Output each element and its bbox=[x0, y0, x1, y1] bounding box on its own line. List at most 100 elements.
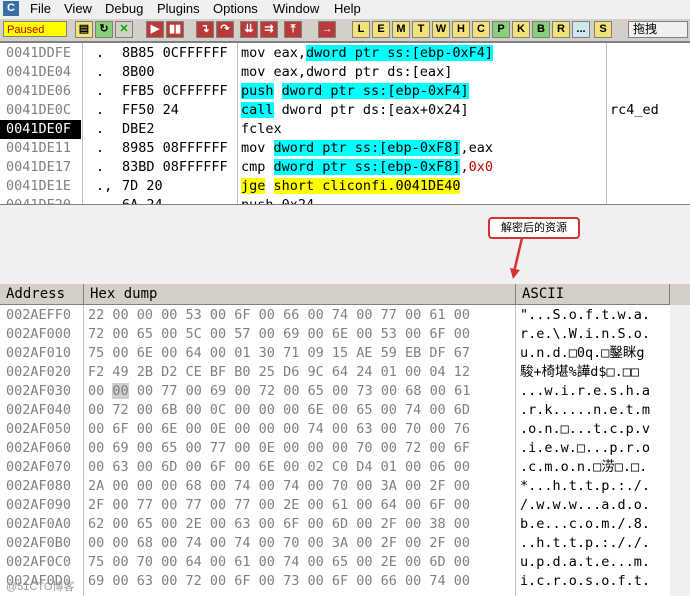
menu-debug[interactable]: Debug bbox=[105, 1, 143, 16]
disasm-address: 0041DE11 bbox=[6, 140, 72, 156]
menu-file[interactable]: File bbox=[30, 1, 51, 16]
instruction-part: fclex bbox=[241, 121, 282, 137]
ascii-column-header[interactable]: ASCII bbox=[516, 284, 670, 305]
dump-ascii: *...h.t.t.p.:./. bbox=[520, 478, 651, 494]
dump-row[interactable]: 002AF030 00 00 00 77 00 69 00 72 00 65 00… bbox=[0, 382, 690, 401]
menu-help[interactable]: Help bbox=[334, 1, 361, 16]
goto-icon[interactable]: → bbox=[318, 21, 336, 38]
dump-ascii: b.e...c.o.m./.8. bbox=[520, 516, 651, 532]
disasm-row[interactable]: 0041DE04. 8B00 mov eax,dword ptr ds:[eax] bbox=[0, 63, 690, 82]
dump-row[interactable]: 002AF070 00 63 00 6D 00 6F 00 6E 00 02 C0… bbox=[0, 458, 690, 477]
disasm-marker: . bbox=[96, 83, 105, 99]
pause-icon[interactable]: ▮▮ bbox=[166, 21, 184, 38]
run-icon[interactable]: ▶ bbox=[146, 21, 164, 38]
disasm-comment: rc4_ed bbox=[610, 102, 659, 118]
dump-address: 002AF0C0 bbox=[6, 554, 72, 570]
dump-hex-bytes: 69 00 63 00 72 00 6F 00 73 00 6F 00 66 0… bbox=[88, 573, 471, 589]
disasm-marker: ., bbox=[96, 178, 113, 194]
instruction-part: short cliconfi.0041DE40 bbox=[273, 178, 461, 194]
dump-address: 002AF080 bbox=[6, 478, 72, 494]
dump-row[interactable]: 002AF0B0 00 00 68 00 74 00 74 00 70 00 3A… bbox=[0, 534, 690, 553]
disasm-row[interactable]: 0041DDFE. 8B85 0CFFFFFF mov eax,dword ptr … bbox=[0, 44, 690, 63]
dump-row[interactable]: 002AF020 F2 49 2B D2 CE BF B0 25 D6 9C 64… bbox=[0, 363, 690, 382]
execute-till-return-icon[interactable]: ⤒ bbox=[284, 21, 302, 38]
address-column-header[interactable]: Address bbox=[0, 284, 84, 305]
dump-row[interactable]: 002AF050 00 6F 00 6E 00 0E 00 00 00 74 00… bbox=[0, 420, 690, 439]
source-button[interactable]: S bbox=[594, 21, 612, 38]
hex-dump-pane[interactable]: 002AEFF0 22 00 00 00 53 00 6F 00 66 00 74… bbox=[0, 305, 690, 596]
dump-ascii: .c.m.o.n.□涝□.□. bbox=[520, 459, 648, 475]
disasm-row[interactable]: 0041DE17. 83BD 08FFFFFF cmp dword ptr ss:[… bbox=[0, 158, 690, 177]
dump-row[interactable]: 002AF040 00 72 00 6B 00 0C 00 00 00 6E 00… bbox=[0, 401, 690, 420]
dump-hex-bytes: 2A 00 00 00 68 00 74 00 74 00 70 00 3A 0… bbox=[88, 478, 471, 494]
disassembly-pane[interactable]: 0041DDFE. 8B85 0CFFFFFF mov eax,dword ptr … bbox=[0, 42, 690, 205]
instruction-part: cmp bbox=[241, 159, 274, 175]
trace-into-icon[interactable]: ⇊ bbox=[240, 21, 258, 38]
windows-button[interactable]: W bbox=[432, 21, 450, 38]
dump-address: 002AF090 bbox=[6, 497, 72, 513]
memory-button[interactable]: M bbox=[392, 21, 410, 38]
dump-row[interactable]: 002AF000 72 00 65 00 5C 00 57 00 69 00 6E… bbox=[0, 325, 690, 344]
dump-row[interactable]: 002AF060 00 69 00 65 00 77 00 0E 00 00 00… bbox=[0, 439, 690, 458]
hex-column-header[interactable]: Hex dump bbox=[84, 284, 516, 305]
references-button[interactable]: R bbox=[552, 21, 570, 38]
step-over-icon[interactable]: ↷ bbox=[216, 21, 234, 38]
app-icon[interactable]: C bbox=[3, 1, 19, 16]
disasm-hex: 83BD 08FFFFFF bbox=[122, 159, 228, 175]
modules-button[interactable]: E bbox=[372, 21, 390, 38]
disasm-marker: . bbox=[96, 140, 105, 156]
dump-row[interactable]: 002AF0C0 75 00 70 00 64 00 61 00 74 00 65… bbox=[0, 553, 690, 572]
disasm-row[interactable]: 0041DE0C. FF50 24 call dword ptr ds:[eax+0… bbox=[0, 101, 690, 120]
dump-hex-bytes: 00 00 00 77 00 69 00 72 00 65 00 73 00 6… bbox=[88, 382, 470, 401]
open-icon[interactable]: ▤ bbox=[75, 21, 93, 38]
dump-row[interactable]: 002AF0D0 69 00 63 00 72 00 6F 00 73 00 6F… bbox=[0, 572, 690, 591]
trace-over-icon[interactable]: ⇉ bbox=[260, 21, 278, 38]
menu-options[interactable]: Options bbox=[213, 1, 258, 16]
run-trace-button[interactable]: ... bbox=[572, 21, 590, 38]
dump-scrollbar[interactable] bbox=[670, 305, 690, 596]
log-window-button[interactable]: L bbox=[352, 21, 370, 38]
instruction-part: push bbox=[241, 83, 274, 99]
instruction-part: dword ptr ds:[eax+0x24] bbox=[273, 102, 469, 118]
disasm-row[interactable]: 0041DE1E., 7D 20 jge short cliconfi.0041D… bbox=[0, 177, 690, 196]
toolbar: Paused ▤ ↻ ✕ ▶ ▮▮ ↴ ↷ ⇊ ⇉ ⤒ → L E M T W … bbox=[0, 19, 690, 42]
disasm-hex: DBE2 bbox=[122, 121, 155, 137]
dump-address: 002AF0B0 bbox=[6, 535, 72, 551]
pane-splitter[interactable] bbox=[0, 204, 690, 285]
call-stack-button[interactable]: K bbox=[512, 21, 530, 38]
dump-row[interactable]: 002AEFF0 22 00 00 00 53 00 6F 00 66 00 74… bbox=[0, 306, 690, 325]
hex-byte: 00 bbox=[234, 383, 251, 399]
disasm-row[interactable]: 0041DE06. FFB5 0CFFFFFF push dword ptr ss:… bbox=[0, 82, 690, 101]
disasm-instruction: mov dword ptr ss:[ebp-0xF8],eax bbox=[241, 139, 493, 158]
drag-button[interactable]: 拖拽 bbox=[628, 21, 688, 38]
close-icon[interactable]: ✕ bbox=[115, 21, 133, 38]
hex-byte: 00 bbox=[380, 383, 398, 399]
menu-plugins[interactable]: Plugins bbox=[157, 1, 200, 16]
step-into-icon[interactable]: ↴ bbox=[196, 21, 214, 38]
cpu-button[interactable]: C bbox=[472, 21, 490, 38]
disasm-row[interactable]: 0041DE11. 8985 08FFFFFF mov dword ptr ss:[… bbox=[0, 139, 690, 158]
disasm-address: 0041DE17 bbox=[6, 159, 72, 175]
dump-row[interactable]: 002AF080 2A 00 00 00 68 00 74 00 74 00 70… bbox=[0, 477, 690, 496]
dump-row[interactable]: 002AF0A0 62 00 65 00 2E 00 63 00 6F 00 6D… bbox=[0, 515, 690, 534]
instruction-part bbox=[265, 178, 273, 194]
dump-row[interactable]: 002AF090 2F 00 77 00 77 00 77 00 2E 00 61… bbox=[0, 496, 690, 515]
breakpoints-button[interactable]: B bbox=[532, 21, 550, 38]
disasm-row[interactable]: 0041DE0F. DBE2 fclex bbox=[0, 120, 690, 139]
disasm-marker: . bbox=[96, 64, 105, 80]
menu-view[interactable]: View bbox=[64, 1, 92, 16]
instruction-part: 0x0 bbox=[468, 159, 493, 175]
restart-icon[interactable]: ↻ bbox=[95, 21, 113, 38]
instruction-part: mov eax,dword ptr ds:[eax] bbox=[241, 64, 453, 80]
dump-address: 002AF020 bbox=[6, 364, 72, 380]
disasm-address: 0041DE1E bbox=[6, 178, 72, 194]
watermark: @51CTO博客 bbox=[6, 581, 75, 593]
patches-button[interactable]: P bbox=[492, 21, 510, 38]
menu-window[interactable]: Window bbox=[273, 1, 319, 16]
hex-byte: 00 bbox=[136, 383, 154, 399]
handles-button[interactable]: H bbox=[452, 21, 470, 38]
disasm-hex: 8B85 0CFFFFFF bbox=[122, 45, 228, 61]
threads-button[interactable]: T bbox=[412, 21, 430, 38]
dump-row[interactable]: 002AF010 75 00 6E 00 64 00 01 30 71 09 15… bbox=[0, 344, 690, 363]
disasm-instruction: cmp dword ptr ss:[ebp-0xF8],0x0 bbox=[241, 158, 493, 177]
